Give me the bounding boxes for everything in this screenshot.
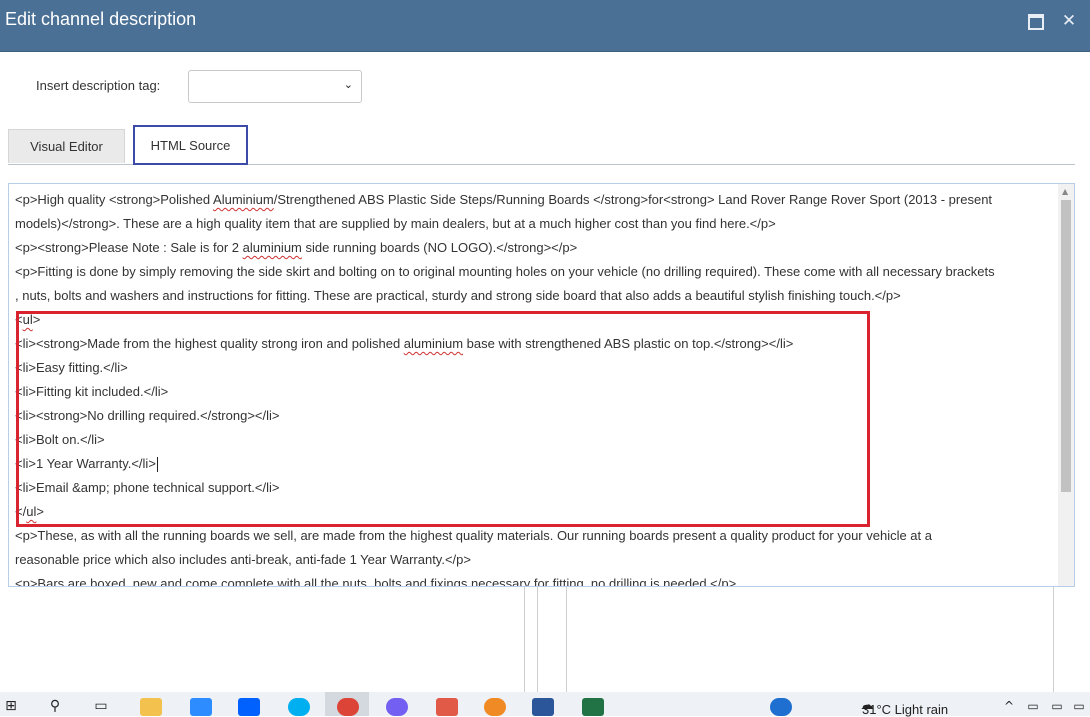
panel-divider xyxy=(524,587,525,692)
tab-visual-editor[interactable]: Visual Editor xyxy=(8,129,125,163)
editor-tabs: Visual Editor HTML Source xyxy=(8,124,1075,165)
viber-icon[interactable] xyxy=(386,698,408,716)
help-icon[interactable] xyxy=(770,698,792,716)
editor-line: <p>High quality <strong>Polished Alumini… xyxy=(15,192,993,207)
dropbox-icon[interactable] xyxy=(238,698,260,716)
search-icon[interactable]: ⚲ xyxy=(44,696,66,716)
tray-icon[interactable]: ▭ xyxy=(1046,696,1068,716)
tab-html-source[interactable]: HTML Source xyxy=(133,125,248,165)
chrome-icon[interactable] xyxy=(337,698,359,716)
editor-line: models)</strong>. These are a high quali… xyxy=(15,216,776,231)
weather-text[interactable]: 31°C Light rain xyxy=(862,702,948,717)
task-view-icon[interactable]: ▭ xyxy=(90,696,112,716)
scrollbar-thumb[interactable] xyxy=(1061,200,1071,492)
insert-tag-label: Insert description tag: xyxy=(36,78,161,93)
panel-divider xyxy=(537,587,538,692)
highlight-annotation xyxy=(16,311,870,527)
tray-icon[interactable]: ▭ xyxy=(1022,696,1044,716)
windows-start-icon[interactable]: ⊞ xyxy=(0,696,22,716)
file-explorer-icon[interactable] xyxy=(140,698,162,716)
app-icon[interactable] xyxy=(484,698,506,716)
maximize-icon[interactable] xyxy=(1026,12,1044,30)
editor-line: <p>Fitting is done by simply removing th… xyxy=(15,264,995,279)
zoom-icon[interactable] xyxy=(190,698,212,716)
excel-icon[interactable] xyxy=(582,698,604,716)
tray-icon[interactable]: ▭ xyxy=(1068,696,1090,716)
title-bar: Edit channel description ✕ xyxy=(0,0,1090,52)
taskbar: ⊞ ⚲ ▭ ☁ 31°C Light rain ^ ▭ ▭ ▭ xyxy=(0,692,1090,717)
panel-divider xyxy=(1053,587,1054,692)
skype-icon[interactable] xyxy=(288,698,310,716)
close-icon[interactable]: ✕ xyxy=(1060,12,1078,30)
editor-line: <p>These, as with all the running boards… xyxy=(15,528,932,543)
panel-divider xyxy=(566,587,567,692)
editor-line: , nuts, bolts and washers and instructio… xyxy=(15,288,901,303)
insert-tag-select[interactable]: ⌄ xyxy=(188,70,362,103)
editor-line: <p><strong>Please Note : Sale is for 2 a… xyxy=(15,240,578,255)
scroll-up-icon[interactable]: ▲ xyxy=(1062,187,1068,196)
chevron-down-icon: ⌄ xyxy=(343,78,353,91)
lower-panel xyxy=(0,587,1090,692)
word-icon[interactable] xyxy=(532,698,554,716)
editor-line: reasonable price which also includes ant… xyxy=(15,552,471,567)
chevron-up-icon[interactable]: ^ xyxy=(998,696,1020,716)
app-icon[interactable] xyxy=(436,698,458,716)
editor-scrollbar[interactable]: ▲ xyxy=(1058,184,1074,586)
window-title: Edit channel description xyxy=(5,9,197,29)
editor-line: <p>Bars are boxed, new and come complete… xyxy=(15,576,737,587)
